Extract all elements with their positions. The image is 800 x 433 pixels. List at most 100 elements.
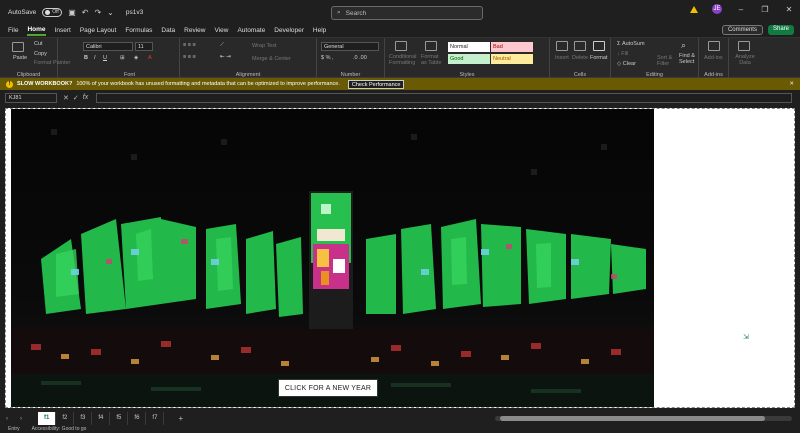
tab-insert[interactable]: Insert bbox=[55, 27, 71, 35]
insert-function-icon[interactable]: fx bbox=[83, 94, 88, 102]
addins-button[interactable]: Add-ins bbox=[704, 55, 723, 61]
autosum-button[interactable]: Σ AutoSum bbox=[617, 41, 645, 47]
share-button[interactable]: Share bbox=[767, 25, 794, 35]
worksheet-grid[interactable] bbox=[5, 108, 795, 408]
tab-view[interactable]: View bbox=[214, 27, 228, 35]
fill-button[interactable]: ↓ Fill bbox=[617, 51, 628, 57]
clipboard-group: Paste Cut Copy Format Painter Clipboard bbox=[0, 38, 70, 79]
font-name-box[interactable]: Calibri bbox=[83, 42, 133, 51]
sheet-tab-f5[interactable]: f5 bbox=[110, 412, 129, 425]
alignment-group: ≡ ≡ ≡ ≡ ≡ ≡ ⟋ ⇤ ⇥ Wrap Text Merge & Cent… bbox=[180, 38, 317, 79]
tab-formulas[interactable]: Formulas bbox=[125, 27, 152, 35]
analyze-data-icon[interactable] bbox=[738, 41, 750, 51]
restore-icon[interactable]: ❐ bbox=[760, 5, 770, 14]
insert-cells-icon[interactable] bbox=[556, 41, 568, 51]
sort-filter-button[interactable]: Sort & Filter bbox=[657, 55, 677, 67]
borders-icon[interactable]: ⊞ bbox=[120, 55, 125, 61]
sheet-tab-f3[interactable]: f3 bbox=[74, 412, 93, 425]
sheet-tab-f7[interactable]: f7 bbox=[146, 412, 165, 425]
tab-home[interactable]: Home bbox=[27, 26, 46, 36]
accounting-icon[interactable]: $ % , bbox=[321, 55, 334, 61]
tab-developer[interactable]: Developer bbox=[274, 27, 304, 35]
fill-color-icon[interactable]: ◈ bbox=[134, 55, 138, 61]
sheet-tab-f4[interactable]: f4 bbox=[92, 412, 111, 425]
underline-icon[interactable]: U bbox=[103, 55, 107, 61]
align-left-icon[interactable]: ≡ ≡ ≡ bbox=[183, 54, 196, 60]
prev-sheet-icon[interactable]: ‹ bbox=[0, 416, 14, 422]
insert-cells-button[interactable]: Insert bbox=[555, 55, 569, 61]
avatar[interactable]: JE bbox=[712, 4, 722, 14]
tab-data[interactable]: Data bbox=[161, 27, 175, 35]
cancel-icon[interactable]: ✕ bbox=[63, 94, 69, 102]
ribbon: Paste Cut Copy Format Painter Clipboard … bbox=[0, 37, 800, 79]
undo-icon[interactable]: ↶ bbox=[82, 8, 89, 17]
search-box[interactable]: ⌕ Search bbox=[331, 6, 483, 20]
paste-icon[interactable] bbox=[12, 42, 24, 52]
orientation-icon[interactable]: ⟋ bbox=[220, 42, 224, 49]
style-bad[interactable]: Bad bbox=[491, 42, 533, 52]
sheet-tab-f6[interactable]: f6 bbox=[128, 412, 147, 425]
font-size-box[interactable]: 11 bbox=[135, 42, 153, 51]
close-warning-icon[interactable]: ✕ bbox=[789, 81, 794, 87]
font-group: Calibri 11 B I U ⊞ ◈ A Font bbox=[80, 38, 180, 79]
save-icon[interactable]: ▣ bbox=[68, 8, 76, 17]
clear-button[interactable]: ◇ Clear bbox=[617, 61, 636, 67]
tab-help[interactable]: Help bbox=[313, 27, 326, 35]
horizontal-scrollbar[interactable] bbox=[495, 416, 792, 421]
customize-icon[interactable]: ⌄ bbox=[107, 8, 114, 17]
bold-icon[interactable]: B bbox=[84, 55, 88, 61]
find-select-button[interactable]: Find & Select bbox=[679, 53, 699, 65]
title-bar: AutoSave Off ▣ ↶ ↷ ⌄ ps1v3 ⌕ Search JE –… bbox=[0, 0, 800, 24]
style-normal[interactable]: Normal bbox=[448, 42, 490, 52]
conditional-formatting-icon[interactable] bbox=[395, 41, 407, 51]
sheet-tab-f1[interactable]: f1 bbox=[38, 412, 57, 425]
name-box[interactable]: KJ81 bbox=[5, 93, 57, 103]
font-color-icon[interactable]: A bbox=[148, 55, 152, 61]
align-top-icon[interactable]: ≡ ≡ ≡ bbox=[183, 42, 196, 48]
tab-page-layout[interactable]: Page Layout bbox=[80, 27, 117, 35]
enter-icon[interactable]: ✓ bbox=[73, 94, 79, 102]
next-sheet-icon[interactable]: › bbox=[14, 416, 28, 422]
new-year-button[interactable]: CLICK FOR A NEW YEAR bbox=[278, 379, 378, 397]
redo-icon[interactable]: ↷ bbox=[94, 8, 101, 17]
style-good[interactable]: Good bbox=[448, 54, 490, 64]
decimal-icon[interactable]: .0 .00 bbox=[353, 55, 367, 61]
tab-automate[interactable]: Automate bbox=[237, 27, 265, 35]
style-neutral[interactable]: Neutral bbox=[491, 54, 533, 64]
cut-button[interactable]: Cut bbox=[34, 41, 43, 47]
comments-button[interactable]: Comments bbox=[721, 25, 763, 35]
add-sheet-icon[interactable]: + bbox=[178, 414, 183, 423]
paste-button[interactable]: Paste bbox=[13, 55, 27, 61]
warning-message: 100% of your workbook has unused formatt… bbox=[76, 81, 340, 87]
warning-icon[interactable] bbox=[690, 5, 698, 13]
indent-icon[interactable]: ⇤ ⇥ bbox=[220, 54, 231, 60]
copy-button[interactable]: Copy bbox=[34, 51, 47, 57]
formula-input[interactable] bbox=[96, 93, 792, 103]
accessibility-status[interactable]: Accessibility: Good to go bbox=[32, 426, 87, 432]
format-cells-button[interactable]: Format bbox=[590, 55, 607, 61]
minimize-icon[interactable]: – bbox=[736, 5, 746, 14]
merge-center-button[interactable]: Merge & Center bbox=[252, 56, 291, 62]
format-painter-button[interactable]: Format Painter bbox=[34, 60, 70, 66]
format-cells-icon[interactable] bbox=[593, 41, 605, 51]
autosave-toggle[interactable]: Off bbox=[42, 7, 63, 17]
sheet-tab-f2[interactable]: f2 bbox=[56, 412, 75, 425]
delete-cells-button[interactable]: Delete bbox=[572, 55, 588, 61]
addins-group: Add-ins Add-ins bbox=[699, 38, 729, 79]
analyze-data-button[interactable]: Analyze Data bbox=[733, 54, 757, 66]
autosum-label: AutoSum bbox=[621, 41, 645, 47]
italic-icon[interactable]: I bbox=[94, 55, 96, 61]
delete-cells-icon[interactable] bbox=[574, 41, 586, 51]
file-name[interactable]: ps1v3 bbox=[126, 9, 143, 16]
tab-review[interactable]: Review bbox=[184, 27, 205, 35]
addins-icon[interactable] bbox=[708, 41, 720, 51]
number-format-box[interactable]: General bbox=[321, 42, 379, 51]
tab-file[interactable]: File bbox=[8, 27, 18, 35]
find-icon[interactable]: ⌕ bbox=[681, 40, 686, 51]
format-as-table-icon[interactable] bbox=[425, 41, 437, 51]
conditional-formatting-button[interactable]: Conditional Formatting bbox=[389, 54, 417, 66]
wrap-text-button[interactable]: Wrap Text bbox=[252, 43, 277, 49]
format-as-table-button[interactable]: Format as Table bbox=[421, 54, 445, 66]
check-performance-button[interactable]: Check Performance bbox=[347, 79, 405, 89]
close-icon[interactable]: ✕ bbox=[784, 5, 794, 14]
